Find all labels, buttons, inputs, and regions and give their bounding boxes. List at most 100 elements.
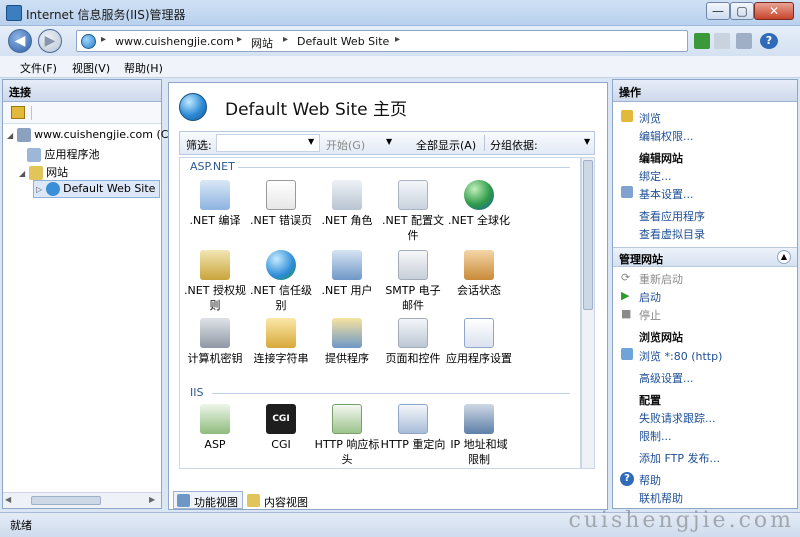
scroll-left-icon[interactable]: ◀: [5, 495, 11, 504]
action-advanced-settings[interactable]: 高级设置...: [639, 370, 694, 386]
action-online-help[interactable]: 联机帮助: [639, 490, 683, 506]
action-add-ftp[interactable]: 添加 FTP 发布...: [639, 450, 720, 466]
tab-content-view[interactable]: 内容视图: [243, 491, 313, 509]
feature-net-users[interactable]: .NET 用户: [314, 250, 380, 298]
connect-icon[interactable]: [11, 106, 25, 119]
feature-http-response-headers[interactable]: HTTP 响应标头: [314, 404, 380, 467]
tree-node-app-pools[interactable]: 应用程序池: [27, 146, 100, 162]
feature-net-error-pages[interactable]: .NET 错误页: [248, 180, 314, 228]
help-icon[interactable]: ?: [760, 33, 778, 49]
show-all-button[interactable]: 全部显示(A): [416, 137, 476, 153]
connections-toolbar: [3, 102, 161, 124]
refresh-icon[interactable]: [694, 33, 710, 49]
chevron-down-icon[interactable]: ▼: [308, 137, 314, 146]
tab-features-view[interactable]: 功能视图: [173, 491, 243, 509]
menu-help[interactable]: 帮助(H): [124, 60, 163, 76]
collapse-icon[interactable]: ▲: [777, 250, 791, 264]
action-view-virtual-directories[interactable]: 查看虚拟目录: [639, 226, 705, 242]
action-browse[interactable]: 浏览: [639, 110, 661, 126]
collapse-icon[interactable]: ◢: [19, 169, 25, 178]
action-view-applications[interactable]: 查看应用程序: [639, 208, 705, 224]
forward-button[interactable]: ▶: [38, 29, 62, 53]
menu-file[interactable]: 文件(F): [20, 60, 57, 76]
collapse-icon[interactable]: ◢: [7, 131, 13, 140]
feature-asp[interactable]: ASP: [182, 404, 248, 452]
stop-icon[interactable]: [714, 33, 730, 49]
action-stop[interactable]: 停止: [639, 307, 661, 323]
feature-net-compilation[interactable]: .NET 编译: [182, 180, 248, 228]
section-browse-site: 浏览网站: [639, 331, 683, 344]
menu-view[interactable]: 视图(V): [72, 60, 110, 76]
tree-node-server[interactable]: ◢ www.cuishengjie.com (CS: [7, 128, 175, 142]
feature-net-roles[interactable]: .NET 角色: [314, 180, 380, 228]
app-settings-icon: [464, 318, 494, 348]
scroll-thumb[interactable]: [583, 160, 593, 310]
features-view: ASP.NET .NET 编译 .NET 错误页 .NET 角色 .NET 配置…: [179, 157, 581, 469]
website-globe-icon: [179, 93, 207, 121]
feature-session-state[interactable]: 会话状态: [446, 250, 512, 298]
filter-input[interactable]: [216, 134, 320, 152]
action-restart[interactable]: 重新启动: [639, 271, 683, 287]
expand-icon[interactable]: ▷: [36, 185, 42, 194]
feature-providers[interactable]: 提供程序: [314, 318, 380, 366]
feature-smtp-email[interactable]: SMTP 电子邮件: [380, 250, 446, 313]
group-by-label[interactable]: 分组依据:: [490, 137, 538, 153]
start-button[interactable]: 开始(G): [326, 137, 365, 153]
feature-machine-key[interactable]: 计算机密钥: [182, 318, 248, 366]
feature-app-settings[interactable]: 应用程序设置: [446, 318, 512, 366]
chevron-icon[interactable]: ▸: [101, 34, 106, 45]
feature-cgi[interactable]: CGI CGI: [248, 404, 314, 452]
action-limits[interactable]: 限制...: [639, 428, 672, 444]
chevron-icon[interactable]: ▸: [237, 34, 242, 45]
sites-folder-icon: [28, 166, 43, 180]
profile-icon: [398, 180, 428, 210]
back-button[interactable]: ◀: [8, 29, 32, 53]
feature-net-profile[interactable]: .NET 配置文件: [380, 180, 446, 243]
stop-icon: ■: [621, 307, 632, 320]
toolbar-divider: [484, 135, 485, 151]
section-edit-site: 编辑网站: [639, 152, 683, 165]
minimize-button[interactable]: —: [706, 2, 730, 20]
action-basic-settings[interactable]: 基本设置...: [639, 186, 694, 202]
browse-icon: [621, 110, 633, 122]
tree-node-default-site[interactable]: ▷ Default Web Site: [33, 180, 161, 198]
home-icon[interactable]: [736, 33, 752, 49]
close-button[interactable]: ✕: [754, 2, 794, 20]
action-failed-request-tracing[interactable]: 失败请求跟踪...: [639, 410, 716, 426]
scroll-thumb[interactable]: [31, 496, 101, 505]
tree-node-sites[interactable]: ◢ 网站: [19, 164, 68, 180]
chevron-down-icon[interactable]: ▼: [386, 137, 392, 146]
feature-net-trust-levels[interactable]: .NET 信任级别: [248, 250, 314, 313]
breadcrumb-server[interactable]: www.cuishengjie.com: [115, 35, 234, 48]
chevron-icon[interactable]: ▸: [395, 34, 400, 45]
actions-title: 操作: [613, 80, 797, 102]
scroll-right-icon[interactable]: ▶: [149, 495, 155, 504]
feature-net-authorization[interactable]: .NET 授权规则: [182, 250, 248, 313]
vertical-scrollbar[interactable]: [581, 157, 595, 469]
website-globe-icon: [45, 182, 60, 196]
address-bar[interactable]: ▸ www.cuishengjie.com ▸ 网站 ▸ Default Web…: [76, 30, 688, 52]
action-bindings[interactable]: 绑定...: [639, 168, 672, 184]
action-start[interactable]: 启动: [639, 289, 661, 305]
breadcrumb-site[interactable]: Default Web Site: [297, 35, 389, 48]
feature-label: .NET 角色: [321, 214, 373, 227]
chevron-down-icon[interactable]: ▼: [584, 137, 590, 146]
maximize-button[interactable]: ▢: [730, 2, 754, 20]
feature-label: .NET 全球化: [448, 214, 510, 227]
feature-pages-controls[interactable]: 页面和控件: [380, 318, 446, 366]
response-headers-icon: [332, 404, 362, 434]
features-view-icon: [177, 494, 190, 507]
feature-ip-domain-restrictions[interactable]: IP 地址和域限制: [446, 404, 512, 467]
action-browse-port-80[interactable]: 浏览 *:80 (http): [639, 348, 722, 364]
feature-http-redirect[interactable]: HTTP 重定向: [380, 404, 446, 452]
breadcrumb-sites[interactable]: 网站: [251, 35, 273, 51]
feature-connection-strings[interactable]: 连接字符串: [248, 318, 314, 366]
horizontal-scrollbar[interactable]: ◀ ▶: [3, 492, 161, 508]
action-help[interactable]: 帮助: [639, 472, 661, 488]
action-edit-permissions[interactable]: 编辑权限...: [639, 128, 694, 144]
feature-net-globalization[interactable]: .NET 全球化: [446, 180, 512, 228]
chevron-icon[interactable]: ▸: [283, 34, 288, 45]
tree-label: 应用程序池: [44, 148, 100, 161]
feature-label: 应用程序设置: [446, 352, 512, 365]
machine-key-icon: [200, 318, 230, 348]
